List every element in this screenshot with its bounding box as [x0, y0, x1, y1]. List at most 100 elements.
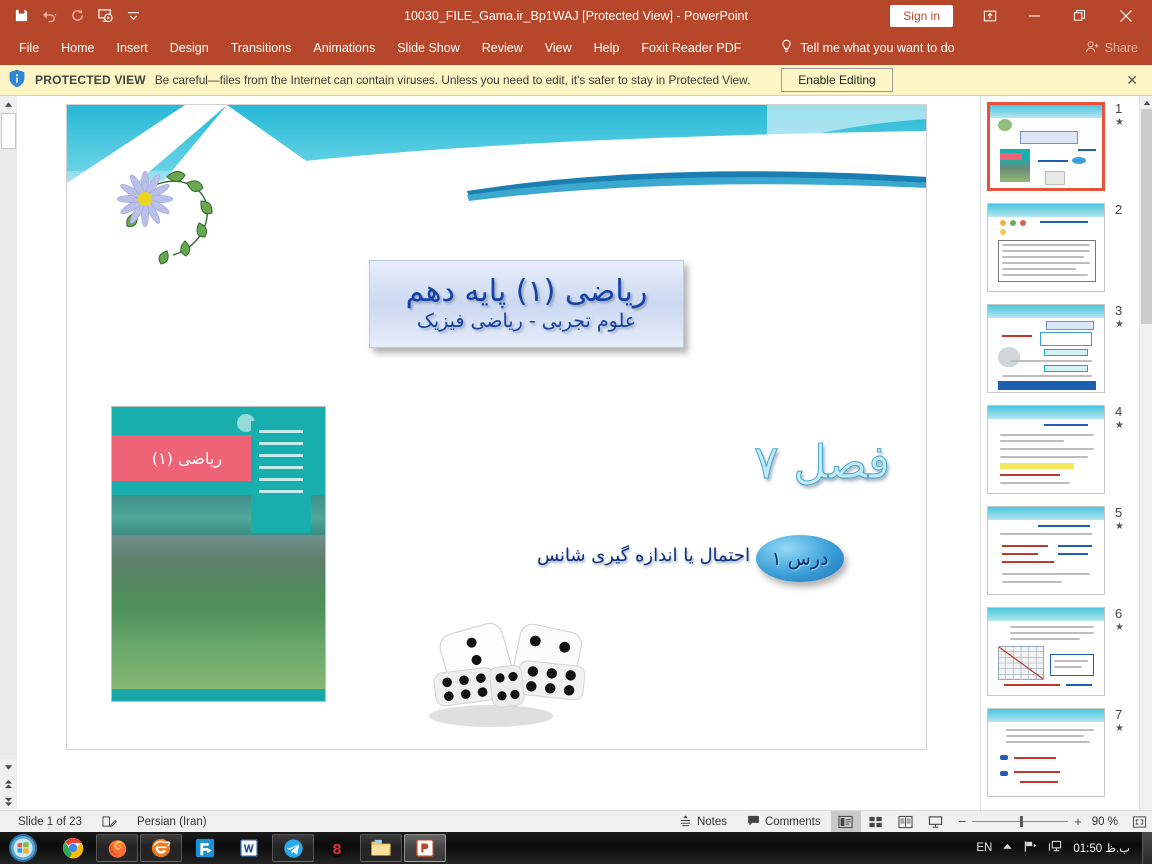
scroll-up-button[interactable] [1140, 96, 1152, 109]
thumbnail-row[interactable]: 7 ★ [981, 702, 1152, 803]
info-shield-icon [8, 69, 26, 91]
taskbar-foxit-reader[interactable] [184, 834, 226, 862]
start-presentation-icon[interactable] [92, 4, 118, 28]
undo-icon[interactable] [36, 4, 62, 28]
tell-me-search[interactable]: Tell me what you want to do [780, 39, 955, 57]
zoom-slider[interactable]: − + 90 % [951, 814, 1126, 829]
tab-design[interactable]: Design [159, 35, 220, 61]
save-icon[interactable] [8, 4, 34, 28]
taskbar-chrome[interactable] [52, 834, 94, 862]
slide-thumbnail-2[interactable] [987, 203, 1105, 292]
taskbar-file-explorer[interactable] [360, 834, 402, 862]
tray-language[interactable]: EN [976, 842, 992, 854]
taskbar-eitaa[interactable]: 8 [316, 834, 358, 862]
dice-image[interactable] [419, 608, 604, 738]
scroll-down-button[interactable] [0, 759, 17, 776]
network-icon[interactable] [1048, 840, 1063, 856]
tab-help[interactable]: Help [583, 35, 631, 61]
thumbnail-row[interactable]: 2 [981, 197, 1152, 298]
action-center-flag-icon[interactable] [1023, 840, 1038, 856]
tab-review[interactable]: Review [471, 35, 534, 61]
thumbnail-meta: 3 ★ [1105, 304, 1143, 331]
slide-sorter-view-button[interactable] [861, 811, 891, 833]
cover-info-box [251, 421, 311, 533]
customize-qat-icon[interactable] [120, 4, 146, 28]
scrollbar-thumb[interactable] [1141, 109, 1152, 324]
taskbar-powerpoint[interactable] [404, 834, 446, 862]
previous-slide-button[interactable] [0, 776, 17, 793]
minimize-icon[interactable] [1012, 0, 1057, 31]
scroll-up-button[interactable] [0, 96, 17, 113]
fit-slide-to-window-button[interactable] [1126, 815, 1152, 829]
show-desktop-button[interactable] [1142, 832, 1152, 864]
tab-view[interactable]: View [534, 35, 583, 61]
slide-thumbnail-5[interactable] [987, 506, 1105, 595]
enable-editing-button[interactable]: Enable Editing [781, 68, 893, 92]
close-icon[interactable] [1102, 0, 1150, 31]
tab-slide-show[interactable]: Slide Show [386, 35, 471, 61]
scrollbar-thumb[interactable] [0, 113, 16, 149]
thumbnail-meta: 4 ★ [1105, 405, 1143, 432]
svg-text:8: 8 [332, 841, 341, 857]
thumbnail-meta: 6 ★ [1105, 607, 1143, 634]
thumbnail-meta: 7 ★ [1105, 708, 1143, 735]
slide-thumbnail-7[interactable] [987, 708, 1105, 797]
tell-me-label: Tell me what you want to do [800, 41, 955, 55]
taskbar-firefox[interactable] [96, 834, 138, 862]
slideshow-view-button[interactable] [921, 811, 951, 833]
tab-foxit-reader-pdf[interactable]: Foxit Reader PDF [630, 35, 752, 61]
show-hidden-icons-icon[interactable] [1002, 842, 1013, 854]
current-slide[interactable]: ریاضی (۱) پایه دهم علوم تجربی - ریاضی فی… [66, 104, 927, 750]
thumbnail-row[interactable]: 4 ★ [981, 399, 1152, 500]
next-slide-button[interactable] [0, 793, 17, 810]
sign-in-button[interactable]: Sign in [890, 4, 953, 27]
reading-view-button[interactable] [891, 811, 921, 833]
zoom-in-button[interactable]: + [1074, 814, 1082, 829]
slide-thumbnail-4[interactable] [987, 405, 1105, 494]
share-button[interactable]: Share [1085, 40, 1138, 57]
tab-transitions[interactable]: Transitions [220, 35, 303, 61]
ribbon-display-options-icon[interactable] [967, 0, 1012, 31]
thumbnail-row[interactable]: 6 ★ [981, 601, 1152, 702]
slide-thumbnail-6[interactable] [987, 607, 1105, 696]
share-label: Share [1104, 41, 1138, 55]
slide-counter[interactable]: Slide 1 of 23 [8, 816, 92, 828]
slide-title-box[interactable]: ریاضی (۱) پایه دهم علوم تجربی - ریاضی فی… [369, 260, 684, 348]
start-button[interactable] [0, 832, 46, 864]
comments-button[interactable]: Comments [737, 814, 831, 830]
tab-animations[interactable]: Animations [302, 35, 386, 61]
lesson-subtitle: احتمال یا اندازه گیری شانس [536, 545, 750, 566]
notes-button[interactable]: Notes [669, 814, 737, 830]
taskbar-word[interactable] [228, 834, 270, 862]
system-tray: EN 01:50 ب.ظ [976, 840, 1136, 856]
restore-icon[interactable] [1057, 0, 1102, 31]
taskbar-telegram[interactable] [272, 834, 314, 862]
zoom-knob[interactable] [1020, 816, 1024, 827]
slide-thumbnail-1[interactable] [987, 102, 1105, 191]
scrollbar-track[interactable] [0, 149, 17, 759]
tab-file[interactable]: File [8, 35, 50, 61]
zoom-percent[interactable]: 90 % [1088, 816, 1118, 828]
textbook-cover-image[interactable]: ریاضی (۱) [111, 406, 326, 702]
thumbnail-pane-scrollbar[interactable] [1139, 96, 1152, 810]
thumbnail-row[interactable]: 5 ★ [981, 500, 1152, 601]
thumbnail-row[interactable]: 3 ★ [981, 298, 1152, 399]
language-indicator[interactable]: Persian (Iran) [127, 816, 217, 828]
zoom-track[interactable] [972, 816, 1069, 827]
tab-home[interactable]: Home [50, 35, 105, 61]
tab-insert[interactable]: Insert [106, 35, 159, 61]
status-bar: Slide 1 of 23 Persian (Iran) Notes Comme… [0, 810, 1152, 833]
zoom-out-button[interactable]: − [959, 814, 967, 829]
clock[interactable]: 01:50 ب.ظ [1073, 841, 1130, 855]
protected-view-message: Be careful—files from the Internet can c… [154, 73, 751, 87]
taskbar-internet-explorer[interactable] [140, 834, 182, 862]
slide-pane-scrollbar[interactable] [0, 96, 17, 810]
normal-view-button[interactable] [830, 810, 861, 833]
spelling-icon[interactable] [92, 815, 127, 829]
redo-icon[interactable] [64, 4, 90, 28]
thumbnail-row[interactable]: 1 ★ [981, 96, 1152, 197]
slide-thumbnail-3[interactable] [987, 304, 1105, 393]
close-icon[interactable]: ✕ [1122, 72, 1142, 89]
protected-view-label: PROTECTED VIEW [35, 73, 146, 87]
quick-access-toolbar [0, 4, 146, 28]
